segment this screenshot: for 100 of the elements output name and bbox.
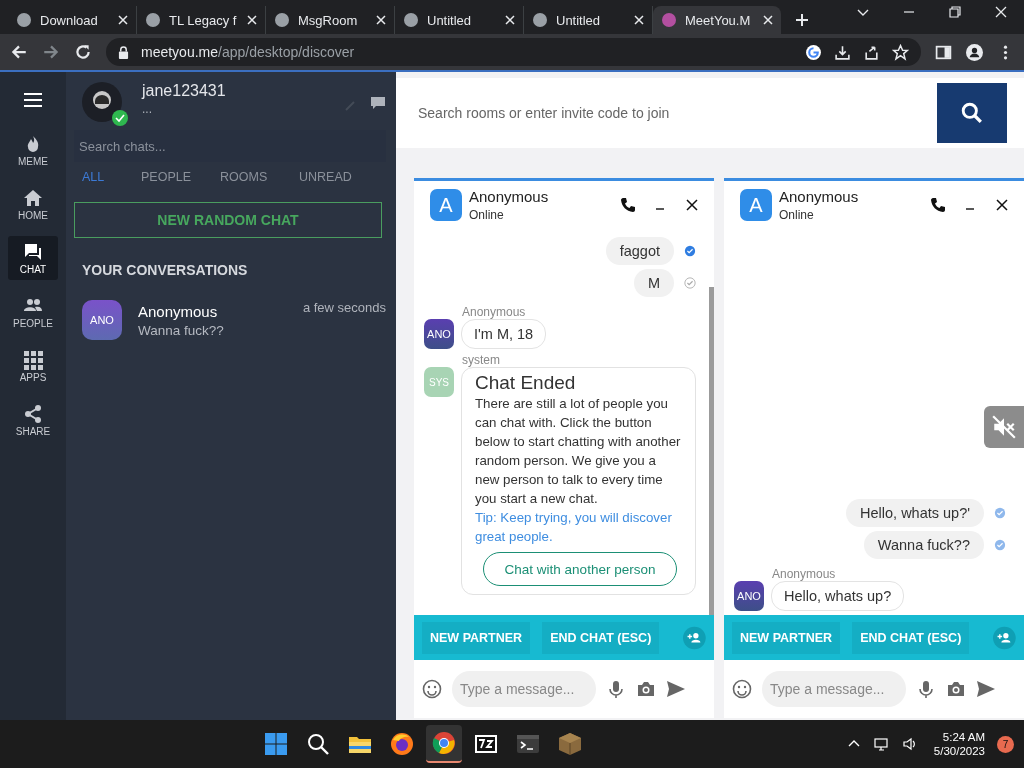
message-input[interactable]: Type a message... [762,671,906,707]
close-icon[interactable] [763,15,773,25]
chat-icon [23,241,43,262]
star-icon[interactable] [892,43,909,61]
browser-icon [431,731,456,755]
nav-item[interactable]: SHARE [8,398,58,442]
close-icon[interactable] [376,15,386,25]
taskbar-app[interactable] [425,725,462,763]
send-icon[interactable] [976,679,996,699]
close-icon[interactable] [684,197,700,213]
close-icon[interactable] [505,15,515,25]
archive-icon [473,732,498,756]
side-panel-icon[interactable] [935,43,952,61]
profile-icon[interactable] [966,43,983,61]
card-text: There are still a lot of people you can chat with. Click the button below to start chatting with another random person. We give you a new person to talk to every time you start a new chat. [475,395,682,508]
camera-icon[interactable] [636,679,656,699]
google-icon[interactable] [805,43,822,61]
notification-badge[interactable]: 7 [997,735,1014,753]
tab-favicon-icon [145,12,161,28]
home-icon [23,187,43,208]
message-bubble: Hello, whats up?' [846,499,984,527]
close-icon[interactable] [994,5,1008,19]
search-icon [305,732,330,756]
close-icon[interactable] [247,15,257,25]
close-icon[interactable] [634,15,644,25]
clock[interactable]: 5:24 AM 5/30/2023 [933,731,985,757]
tip-text: Tip: Keep trying, you will discover great people. [475,509,673,546]
filter-tab[interactable]: ROOMS [220,170,290,184]
reload-icon[interactable] [74,43,92,61]
browser-tab[interactable]: MeetYou.M [653,6,781,34]
forward-icon[interactable] [42,43,60,61]
address-bar[interactable]: meetyou.me/app/desktop/discover [106,38,921,66]
filter-tab[interactable]: PEOPLE [141,170,211,184]
phone-icon[interactable] [930,197,946,213]
chat-again-button[interactable]: Chat with another person [483,552,677,586]
avatar: A [740,189,772,221]
camera-icon[interactable] [946,679,966,699]
crate-icon [557,732,582,756]
close-icon[interactable] [994,197,1010,213]
new-tab-icon[interactable] [795,13,809,27]
close-icon[interactable] [118,15,128,25]
message-bubble: I'm M, 18 [461,319,547,349]
nav-item[interactable]: PEOPLE [8,290,58,334]
avatar: ANO [82,300,122,340]
new-random-chat-button[interactable]: NEW RANDOM CHAT [74,202,382,238]
emoji-icon[interactable] [732,679,752,699]
message-input[interactable]: Type a message... [452,671,596,707]
menu-icon[interactable] [23,92,43,108]
lock-icon [118,45,129,59]
speaker-muted-icon [991,414,1017,440]
status-text: Online [779,208,815,222]
avatar: ANO [734,581,764,611]
nav-item[interactable]: HOME [8,182,58,226]
start-icon [263,732,288,756]
restore-icon[interactable] [948,5,962,19]
search-icon [961,102,983,124]
terminal-icon [515,732,540,756]
search-button[interactable] [937,83,1007,143]
browser-icon [389,732,414,756]
contact-name: Anonymous [779,188,860,205]
share-icon[interactable] [863,43,880,61]
card-title: Chat Ended [475,372,577,394]
microphone-icon[interactable] [606,679,626,699]
conversation-item[interactable]: ANO Anonymous Wanna fuck?? a few seconds [74,300,386,340]
sender-name: system [462,353,501,367]
tab-favicon-icon [403,12,419,28]
avatar: SYS [424,367,454,397]
microphone-icon[interactable] [916,679,936,699]
sender-name: Anonymous [772,567,837,581]
status-text: ... [142,102,153,116]
contact-name: Anonymous [469,188,550,205]
message-bubble: Hello, whats up? [771,581,905,611]
send-icon[interactable] [666,679,686,699]
sender-name: Anonymous [462,305,527,319]
username: jane123431 [142,82,227,100]
sound-muted-button[interactable] [984,406,1024,448]
avatar: A [430,189,462,221]
download-icon[interactable] [834,43,851,61]
avatar: ANO [424,319,454,349]
feedback-icon[interactable] [370,96,386,110]
nav-item[interactable]: MEME [8,128,58,172]
section-heading: YOUR CONVERSATIONS [82,262,249,278]
message-bubble: M [633,269,674,297]
nav-item[interactable]: APPS [8,344,58,388]
tab-favicon-icon [532,12,548,28]
nav-item[interactable]: CHAT [8,236,58,280]
volume-icon[interactable] [901,736,918,752]
network-icon[interactable] [873,736,890,752]
tab-favicon-icon [274,12,290,28]
tab-favicon-icon [16,12,32,28]
status-text: Online [469,208,505,222]
tab-favicon-icon [661,12,677,28]
phone-icon[interactable] [620,197,636,213]
message-bubble: faggot [605,237,674,265]
share-icon [23,403,43,424]
message-bubble: Wanna fuck?? [863,531,984,559]
back-icon[interactable] [10,43,28,61]
emoji-icon[interactable] [422,679,442,699]
scrollbar[interactable] [709,287,714,615]
filter-tab[interactable]: UNREAD [299,170,369,184]
